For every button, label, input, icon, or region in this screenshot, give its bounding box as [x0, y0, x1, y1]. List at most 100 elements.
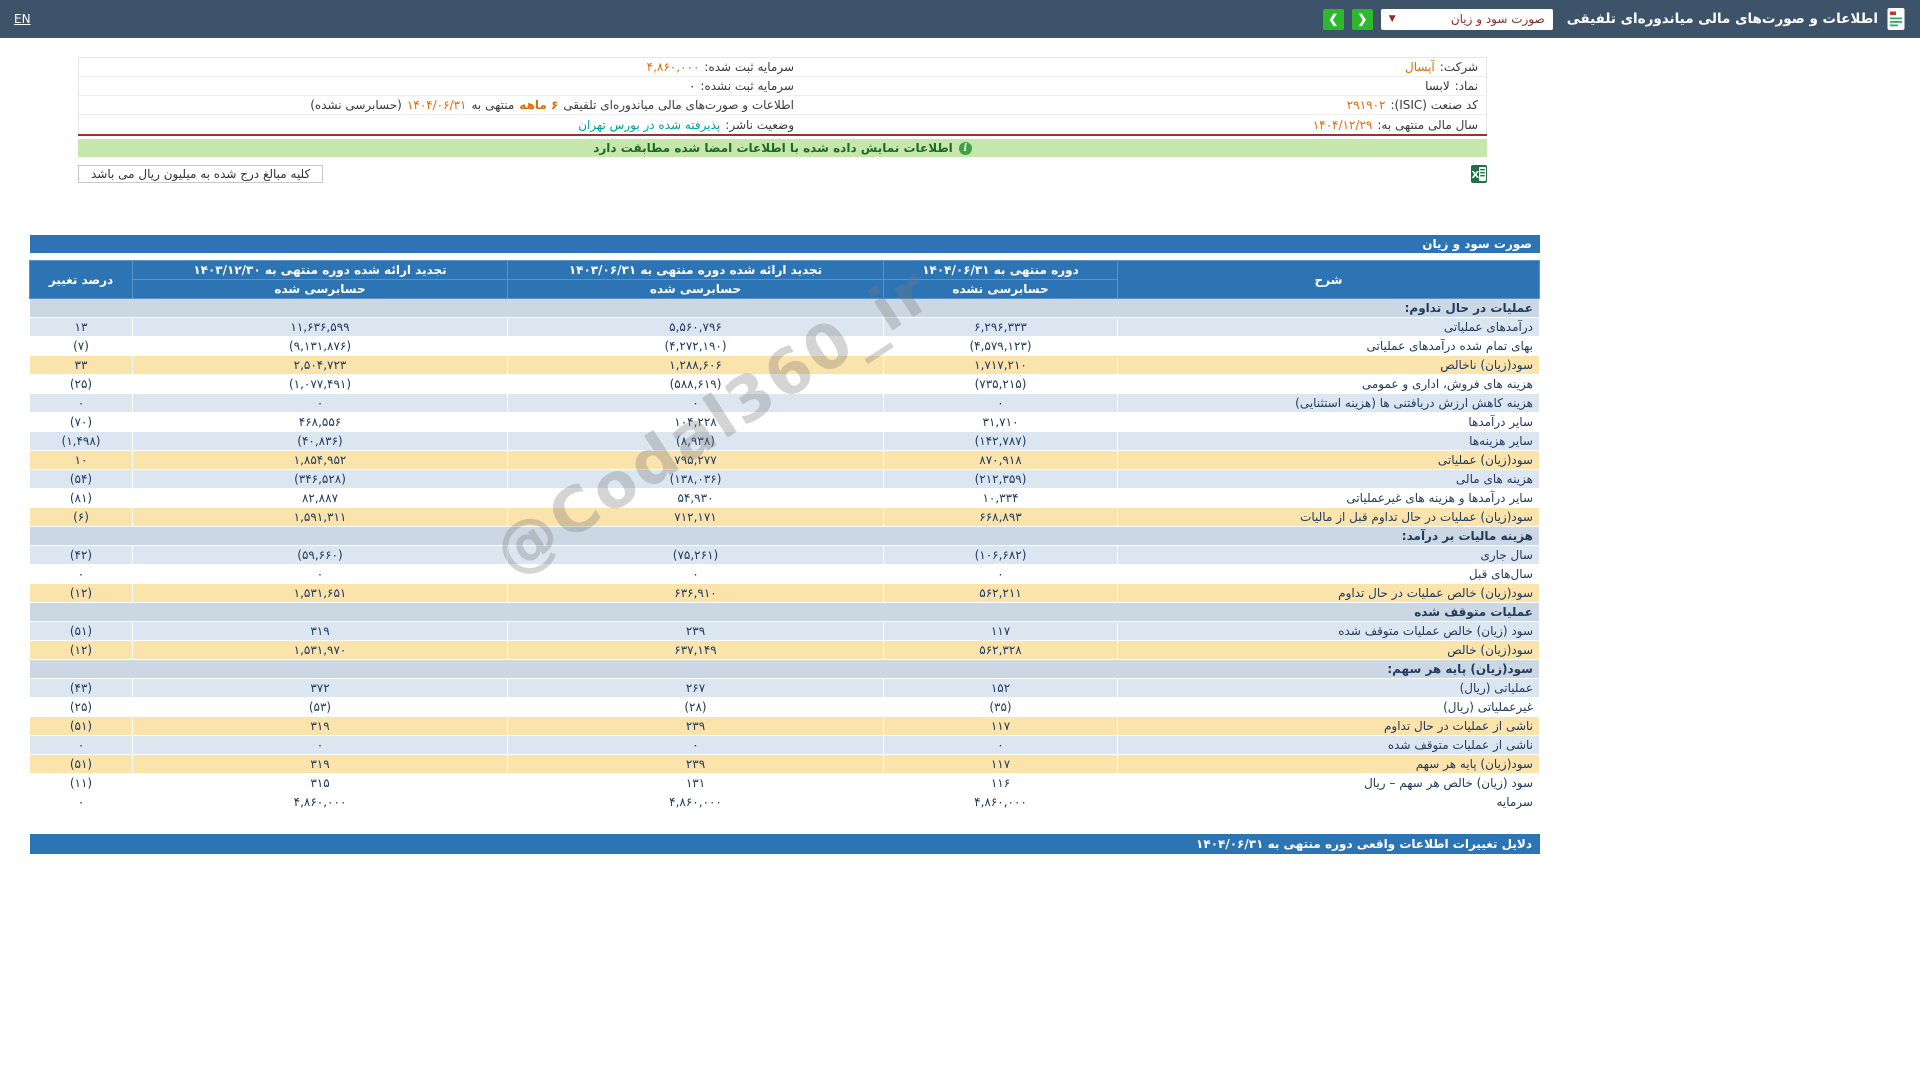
million-rial-note: کلیه مبالغ درج شده به میلیون ریال می باش… [78, 165, 323, 183]
period-value: ۱,۲۸۸,۶۰۶ [508, 356, 884, 375]
change-percent-value: ۰ [30, 394, 133, 413]
row-label: سود (زیان) خالص عملیات متوقف شده [1118, 622, 1540, 641]
row-label: سود(زیان) خالص عملیات در حال تداوم [1118, 584, 1540, 603]
change-percent-value: (۷) [30, 337, 133, 356]
row-label: سود (زیان) خالص هر سهم – ریال [1118, 774, 1540, 793]
period-value: ۵۶۲,۲۱۱ [884, 584, 1118, 603]
period-value: (۵۳) [133, 698, 508, 717]
table-row: سود(زیان) ناخالص۱,۷۱۷,۲۱۰۱,۲۸۸,۶۰۶۲,۵۰۴,… [30, 356, 1540, 375]
table-row: سود(زیان) خالص۵۶۲,۳۲۸۶۳۷,۱۴۹۱,۵۳۱,۹۷۰(۱۲… [30, 641, 1540, 660]
col-period-current-header: دوره منتهی به ۱۴۰۴/۰۶/۳۱ [884, 261, 1118, 280]
table-row: هزینه کاهش ارزش دریافتنی ها (هزینه استثن… [30, 394, 1540, 413]
table-row: سایر درآمدها۳۱,۷۱۰۱۰۴,۲۲۸۴۶۸,۵۵۶(۷۰) [30, 413, 1540, 432]
income-statement-table: شرح دوره منتهی به ۱۴۰۴/۰۶/۳۱ تجدید ارائه… [29, 260, 1540, 812]
issuer-status-label: وضعیت ناشر: [725, 118, 794, 132]
excel-export-icon[interactable]: X [1471, 165, 1487, 183]
registered-capital-value: ۴,۸۶۰,۰۰۰ [647, 60, 700, 74]
table-row: عملیاتی (ریال)۱۵۲۲۶۷۳۷۲(۴۳) [30, 679, 1540, 698]
col-period-prev-header: تجدید ارائه شده دوره منتهی به ۱۴۰۳/۰۶/۳۱ [508, 261, 884, 280]
period-value: ۱,۵۳۱,۹۷۰ [133, 641, 508, 660]
change-percent-value: (۱۲) [30, 641, 133, 660]
company-label: شرکت: [1440, 60, 1478, 74]
red-divider [78, 134, 1487, 136]
period-value: ۰ [884, 736, 1118, 755]
company-info-row: سال مالی منتهی به: ۱۴۰۴/۱۲/۲۹ وضعیت ناشر… [79, 115, 1486, 134]
period-value: ۳۱,۷۱۰ [884, 413, 1118, 432]
period-value: ۲,۵۰۴,۷۲۳ [133, 356, 508, 375]
row-label: سایر درآمدها [1118, 413, 1540, 432]
section-label: سود(زیان) پایه هر سهم: [30, 660, 1540, 679]
col-period-current-subheader: حسابرسی نشده [884, 280, 1118, 299]
period-value: ۱۰,۳۳۴ [884, 489, 1118, 508]
row-label: سایر درآمدها و هزینه های غیرعملیاتی [1118, 489, 1540, 508]
period-value: ۳۱۹ [133, 755, 508, 774]
period-value: ۱۵۲ [884, 679, 1118, 698]
table-row: سال‌های قبل۰۰۰۰ [30, 565, 1540, 584]
period-value: (۹,۱۳۱,۸۷۶) [133, 337, 508, 356]
company-info-row: نماد: لابسا سرمایه ثبت نشده: ۰ [79, 77, 1486, 96]
period-value: (۳۴۶,۵۲۸) [133, 470, 508, 489]
period-value: ۱۱۷ [884, 717, 1118, 736]
period-value: (۴۰,۸۳۶) [133, 432, 508, 451]
nav-prev-button[interactable]: ❮ [1352, 9, 1373, 30]
period-value: ۳۱۹ [133, 717, 508, 736]
row-label: سود(زیان) عملیاتی [1118, 451, 1540, 470]
period-value: (۷۳۵,۲۱۵) [884, 375, 1118, 394]
period-value: ۵,۵۶۰,۷۹۶ [508, 318, 884, 337]
period-value: (۱۰۶,۶۸۲) [884, 546, 1118, 565]
period-value: ۱۰۴,۲۲۸ [508, 413, 884, 432]
top-bar: اطلاعات و صورت‌های مالی میاندوره‌ای تلفی… [0, 0, 1920, 38]
period-value: (۱۳۸,۰۳۶) [508, 470, 884, 489]
period-value: ۴,۸۶۰,۰۰۰ [884, 793, 1118, 812]
table-row: هزینه های فروش، اداری و عمومی(۷۳۵,۲۱۵)(۵… [30, 375, 1540, 394]
nav-next-button[interactable]: ❯ [1323, 9, 1344, 30]
period-value: ۵۶۲,۳۲۸ [884, 641, 1118, 660]
statement-select-value: صورت سود و زیان [1451, 12, 1545, 26]
period-value: ۲۳۹ [508, 755, 884, 774]
change-percent-value: (۴۳) [30, 679, 133, 698]
table-row: سود(زیان) پایه هر سهم۱۱۷۲۳۹۳۱۹(۵۱) [30, 755, 1540, 774]
table-row: ناشی از عملیات متوقف شده۰۰۰۰ [30, 736, 1540, 755]
row-label: سود(زیان) پایه هر سهم [1118, 755, 1540, 774]
period-value: (۱,۰۷۷,۴۹۱) [133, 375, 508, 394]
svg-text:X: X [1471, 170, 1479, 181]
table-row: سایر درآمدها و هزینه های غیرعملیاتی۱۰,۳۳… [30, 489, 1540, 508]
period-value: ۱,۸۵۴,۹۵۲ [133, 451, 508, 470]
report-line-period: ۶ ماهه [519, 98, 558, 112]
period-value: ۰ [133, 565, 508, 584]
period-value: ۱۳۱ [508, 774, 884, 793]
amounts-note-row: X کلیه مبالغ درج شده به میلیون ریال می ب… [78, 165, 1487, 183]
language-en-link[interactable]: EN [14, 12, 31, 26]
statement-type-select[interactable]: صورت سود و زیان ▼ [1381, 9, 1553, 30]
change-percent-value: ۰ [30, 793, 133, 812]
fiscal-year-value: ۱۴۰۴/۱۲/۲۹ [1313, 118, 1373, 132]
period-value: ۶۳۶,۹۱۰ [508, 584, 884, 603]
table-row: سال جاری(۱۰۶,۶۸۲)(۷۵,۲۶۱)(۵۹,۶۶۰)(۴۲) [30, 546, 1540, 565]
period-value: (۱۴۲,۷۸۷) [884, 432, 1118, 451]
period-value: ۰ [508, 565, 884, 584]
chevron-left-icon: ❮ [1357, 12, 1367, 26]
changes-reasons-bar: دلایل تغییرات اطلاعات واقعی دوره منتهی ب… [30, 834, 1540, 854]
company-info-row: کد صنعت (ISIC): ۲۹۱۹۰۲ اطلاعات و صورت‌ها… [79, 96, 1486, 115]
row-label: ناشی از عملیات در حال تداوم [1118, 717, 1540, 736]
income-statement-title-bar: صورت سود و زیان [30, 235, 1540, 253]
row-label: سال جاری [1118, 546, 1540, 565]
fiscal-year-label: سال مالی منتهی به: [1377, 118, 1478, 132]
info-icon: i [959, 142, 972, 155]
change-percent-value: (۲۵) [30, 375, 133, 394]
table-row: درآمدهای عملیاتی۶,۲۹۶,۳۳۳۵,۵۶۰,۷۹۶۱۱,۶۳۶… [30, 318, 1540, 337]
change-percent-value: (۴۲) [30, 546, 133, 565]
income-table-body: عملیات در حال تداوم:درآمدهای عملیاتی۶,۲۹… [30, 299, 1540, 812]
change-percent-value: (۵۱) [30, 755, 133, 774]
col-period-prev-subheader: حسابرسی شده [508, 280, 884, 299]
section-row: عملیات در حال تداوم: [30, 299, 1540, 318]
section-row: عملیات متوقف شده [30, 603, 1540, 622]
period-value: (۲۸) [508, 698, 884, 717]
col-change-header: درصد تغییر [30, 261, 133, 299]
section-label: عملیات در حال تداوم: [30, 299, 1540, 318]
row-label: سود(زیان) عملیات در حال تداوم قبل از مال… [1118, 508, 1540, 527]
col-period-year-header: تجدید ارائه شده دوره منتهی به ۱۴۰۳/۱۲/۳۰ [133, 261, 508, 280]
company-info-section: شرکت: آپسال سرمایه ثبت شده: ۴,۸۶۰,۰۰۰ نم… [78, 57, 1487, 183]
row-label: بهای تمام شده درآمدهای عملیاتی [1118, 337, 1540, 356]
company-name-value[interactable]: آپسال [1405, 60, 1435, 74]
